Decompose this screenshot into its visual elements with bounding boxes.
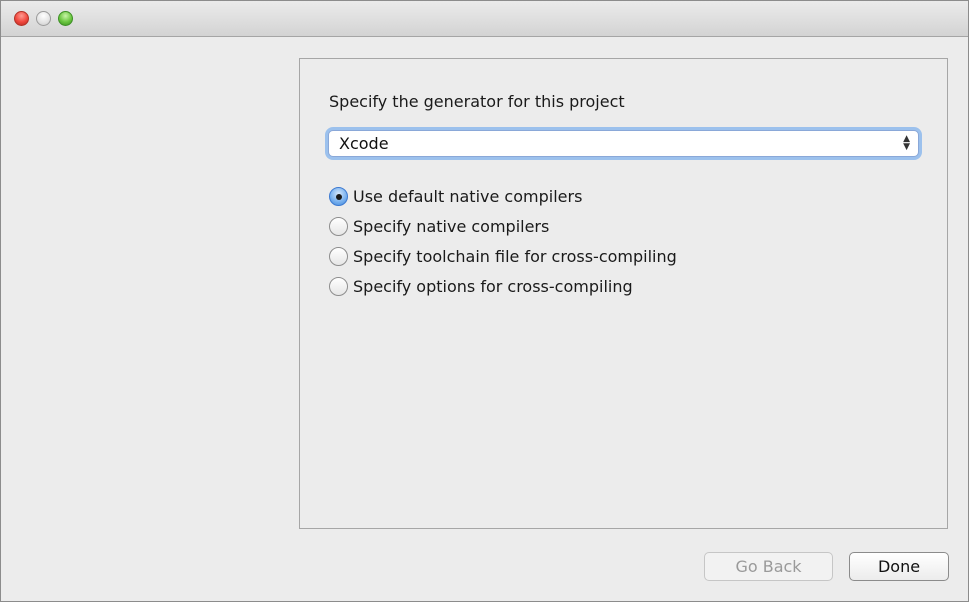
radio-label: Use default native compilers xyxy=(353,186,583,206)
radio-label: Specify toolchain file for cross-compili… xyxy=(353,246,677,266)
title-bar[interactable] xyxy=(1,1,968,37)
go-back-button[interactable]: Go Back xyxy=(704,552,833,581)
generator-panel: Specify the generator for this project X… xyxy=(299,58,948,529)
generator-select-value: Xcode xyxy=(339,134,389,153)
generator-select[interactable]: Xcode ▲ ▼ xyxy=(328,130,919,157)
zoom-icon[interactable] xyxy=(58,11,73,26)
radio-toolchain-file[interactable]: Specify toolchain file for cross-compili… xyxy=(329,245,677,267)
radio-unselected-icon xyxy=(329,246,348,266)
radio-selected-icon xyxy=(329,186,348,206)
radio-cross-compiling-options[interactable]: Specify options for cross-compiling xyxy=(329,275,633,297)
radio-unselected-icon xyxy=(329,276,348,296)
cmake-setup-window: Specify the generator for this project X… xyxy=(0,0,969,602)
radio-default-native-compilers[interactable]: Use default native compilers xyxy=(329,185,582,207)
radio-label: Specify options for cross-compiling xyxy=(353,276,633,296)
radio-label: Specify native compilers xyxy=(353,216,550,236)
minimize-icon[interactable] xyxy=(36,11,51,26)
close-icon[interactable] xyxy=(14,11,29,26)
radio-specify-native-compilers[interactable]: Specify native compilers xyxy=(329,215,549,237)
done-button[interactable]: Done xyxy=(849,552,949,581)
generator-label: Specify the generator for this project xyxy=(329,92,625,111)
radio-unselected-icon xyxy=(329,216,348,236)
up-down-arrows-icon: ▲ ▼ xyxy=(903,134,910,152)
